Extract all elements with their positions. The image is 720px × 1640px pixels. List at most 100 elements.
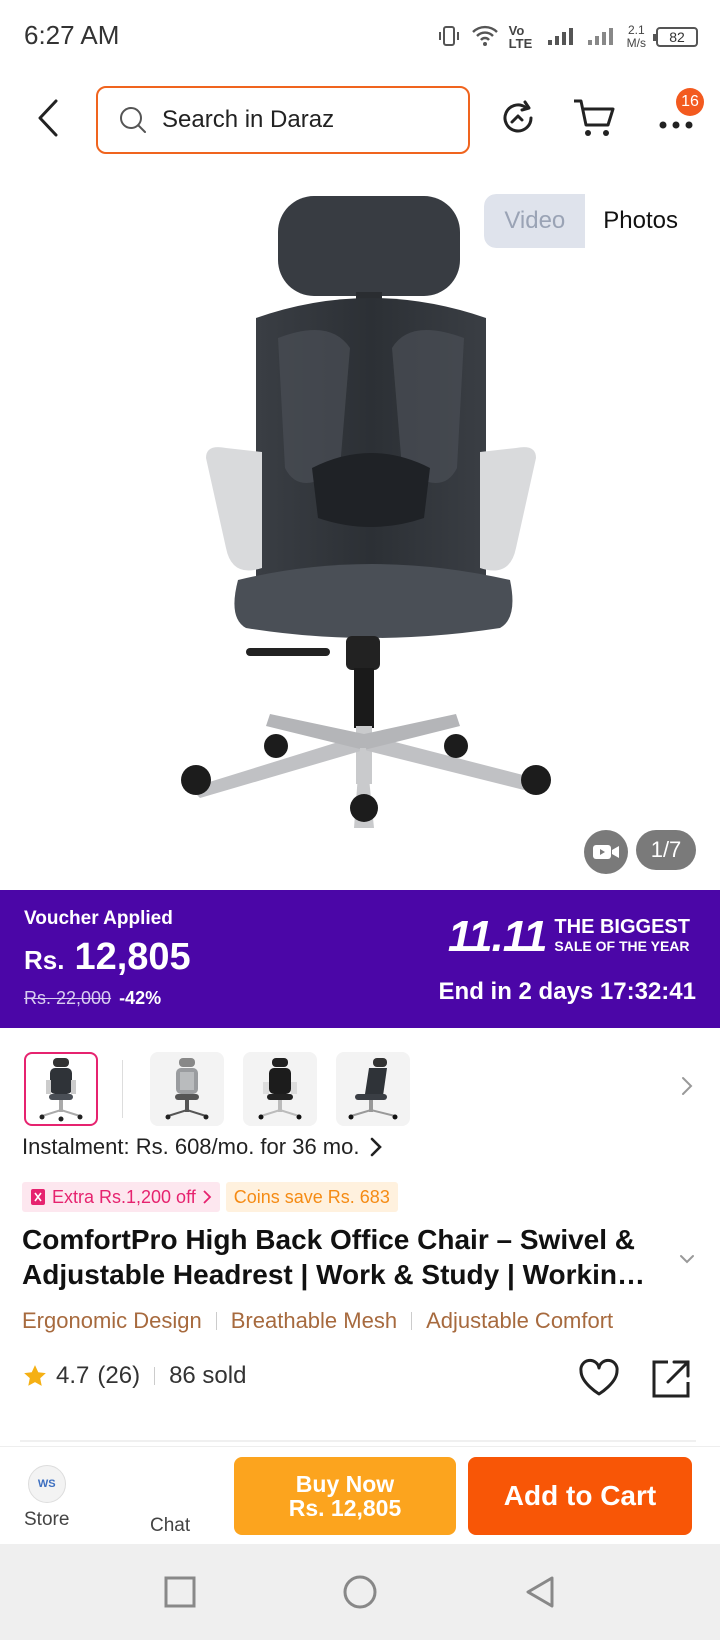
search-placeholder: Search in Daraz bbox=[162, 106, 335, 133]
thumbnail-4[interactable] bbox=[336, 1052, 410, 1126]
heart-icon bbox=[579, 1358, 619, 1396]
sale-tagline-line1: The Biggest bbox=[554, 916, 690, 938]
voucher-applied-label: Voucher Applied bbox=[24, 908, 173, 929]
product-features: Ergonomic Design Breathable Mesh Adjusta… bbox=[22, 1308, 613, 1334]
chevron-right-icon bbox=[371, 1137, 383, 1157]
share-button[interactable] bbox=[650, 1358, 692, 1405]
thumbnail-strip bbox=[0, 1050, 720, 1130]
signal-icon-2 bbox=[587, 26, 617, 49]
feature-divider bbox=[411, 1312, 413, 1330]
price-currency: Rs. bbox=[24, 945, 65, 975]
more-menu-button[interactable]: 16 bbox=[648, 88, 704, 142]
current-price: Rs. 12,805 bbox=[24, 936, 191, 979]
add-to-cart-button[interactable]: Add to Cart bbox=[468, 1457, 692, 1535]
buy-now-price: Rs. 12,805 bbox=[288, 1495, 402, 1521]
search-icon bbox=[120, 107, 146, 133]
signal-icon bbox=[547, 26, 577, 49]
search-input[interactable]: Search in Daraz bbox=[96, 86, 470, 154]
store-label: Store bbox=[24, 1509, 70, 1530]
sale-number: 11.11 bbox=[447, 912, 548, 961]
bottom-action-bar: WS Store Chat Buy Now Rs. 12,805 Add to … bbox=[0, 1446, 720, 1544]
rating-row[interactable]: 4.7 (26) 86 sold bbox=[22, 1362, 246, 1390]
sale-countdown: End in 2 days 17:32:41 bbox=[438, 978, 696, 1005]
battery-icon: 82 bbox=[653, 27, 698, 47]
sold-count: 86 sold bbox=[169, 1362, 247, 1389]
thumbnail-next-button[interactable] bbox=[680, 1074, 694, 1103]
volte-label: Vo LTE bbox=[508, 23, 533, 51]
review-count: (26) bbox=[97, 1362, 141, 1389]
tab-video[interactable]: Video bbox=[484, 194, 586, 248]
share-refresh-button[interactable] bbox=[494, 94, 542, 142]
tab-photos[interactable]: Photos bbox=[585, 194, 696, 248]
chevron-right-icon bbox=[682, 1077, 693, 1095]
system-back-button[interactable] bbox=[520, 1572, 560, 1612]
title-expand-button[interactable] bbox=[678, 1252, 696, 1270]
chair-thumbnail-icon bbox=[348, 1058, 398, 1120]
wifi-icon bbox=[471, 25, 499, 50]
original-price-row: Rs. 22,000 -42% bbox=[24, 988, 161, 1009]
sale-tagline-line2: Sale of the Year bbox=[554, 938, 690, 954]
back-button[interactable] bbox=[28, 96, 68, 140]
vibrate-icon bbox=[437, 24, 461, 51]
feature-item: Breathable Mesh bbox=[230, 1308, 398, 1333]
thumbnail-divider bbox=[122, 1060, 123, 1118]
rating-value: 4.7 bbox=[56, 1362, 90, 1389]
feature-item: Ergonomic Design bbox=[22, 1308, 202, 1333]
media-toggle: Video Photos bbox=[484, 194, 696, 248]
notification-badge: 16 bbox=[676, 88, 704, 116]
instalment-text: Instalment: Rs. 608/mo. for 36 mo. bbox=[22, 1134, 360, 1159]
feature-divider bbox=[215, 1312, 217, 1330]
product-image-gallery[interactable]: Video Photos 1/7 bbox=[0, 168, 720, 890]
cart-button[interactable] bbox=[570, 94, 618, 142]
wishlist-button[interactable] bbox=[578, 1358, 620, 1403]
store-logo: WS bbox=[27, 1465, 66, 1503]
coins-save-tag[interactable]: Coins save Rs. 683 bbox=[225, 1182, 398, 1212]
more-dots-icon bbox=[659, 121, 693, 129]
promo-banner: Voucher Applied Rs. 12,805 Rs. 22,000 -4… bbox=[0, 890, 720, 1028]
store-button[interactable]: WS Store bbox=[24, 1465, 69, 1531]
product-title: ComfortPro High Back Office Chair – Swiv… bbox=[22, 1224, 645, 1290]
voucher-tags: Extra Rs.1,200 off Coins save Rs. 683 bbox=[22, 1182, 398, 1212]
sale-event-logo: 11.11 The Biggest Sale of the Year bbox=[448, 912, 690, 962]
chair-thumbnail-icon bbox=[258, 1058, 302, 1120]
share-arrow-icon bbox=[503, 100, 533, 133]
chair-thumbnail-icon bbox=[39, 1058, 83, 1122]
buy-now-button[interactable]: Buy Now Rs. 12,805 bbox=[234, 1457, 456, 1535]
original-price: Rs. 22,000 bbox=[24, 988, 112, 1008]
battery-level: 82 bbox=[669, 29, 685, 45]
voucher-icon bbox=[31, 1189, 45, 1205]
feature-item: Adjustable Comfort bbox=[426, 1308, 614, 1333]
thumbnail-3[interactable] bbox=[243, 1052, 317, 1126]
video-play-button[interactable] bbox=[584, 830, 628, 874]
image-counter: 1/7 bbox=[636, 830, 696, 870]
chevron-right-icon bbox=[203, 1190, 212, 1204]
status-icons: Vo LTE 2.1 M/s 82 bbox=[437, 20, 698, 54]
top-navigation: Search in Daraz 16 bbox=[0, 82, 720, 154]
status-bar: 6:27 AM Vo LTE 2.1 M/s 82 bbox=[0, 0, 720, 72]
chevron-down-icon bbox=[680, 1255, 694, 1264]
thumbnail-2[interactable] bbox=[150, 1052, 224, 1126]
discount-percent: -42% bbox=[119, 988, 162, 1008]
instalment-link[interactable]: Instalment: Rs. 608/mo. for 36 mo. bbox=[22, 1134, 383, 1160]
extra-off-text: Extra Rs.1,200 off bbox=[52, 1186, 196, 1207]
chair-thumbnail-icon bbox=[165, 1058, 209, 1120]
extra-off-tag[interactable]: Extra Rs.1,200 off bbox=[22, 1182, 220, 1212]
circle-icon bbox=[343, 1575, 377, 1609]
video-camera-icon bbox=[593, 845, 619, 859]
buy-now-label: Buy Now bbox=[295, 1471, 395, 1497]
chat-button[interactable]: Chat bbox=[150, 1515, 190, 1537]
share-icon bbox=[652, 1360, 690, 1398]
star-icon bbox=[24, 1365, 46, 1386]
rating-divider bbox=[154, 1367, 156, 1385]
speed-unit: M/s bbox=[626, 36, 646, 50]
home-button[interactable] bbox=[340, 1572, 380, 1612]
system-navigation-bar bbox=[0, 1544, 720, 1640]
recent-apps-button[interactable] bbox=[160, 1572, 200, 1612]
sale-tagline: The Biggest Sale of the Year bbox=[554, 916, 690, 956]
triangle-back-icon bbox=[526, 1576, 554, 1608]
network-speed: 2.1 M/s bbox=[627, 24, 646, 50]
status-time: 6:27 AM bbox=[24, 20, 120, 50]
price-value: 12,805 bbox=[74, 936, 191, 978]
product-chair-image bbox=[181, 196, 551, 828]
thumbnail-1[interactable] bbox=[24, 1052, 98, 1126]
